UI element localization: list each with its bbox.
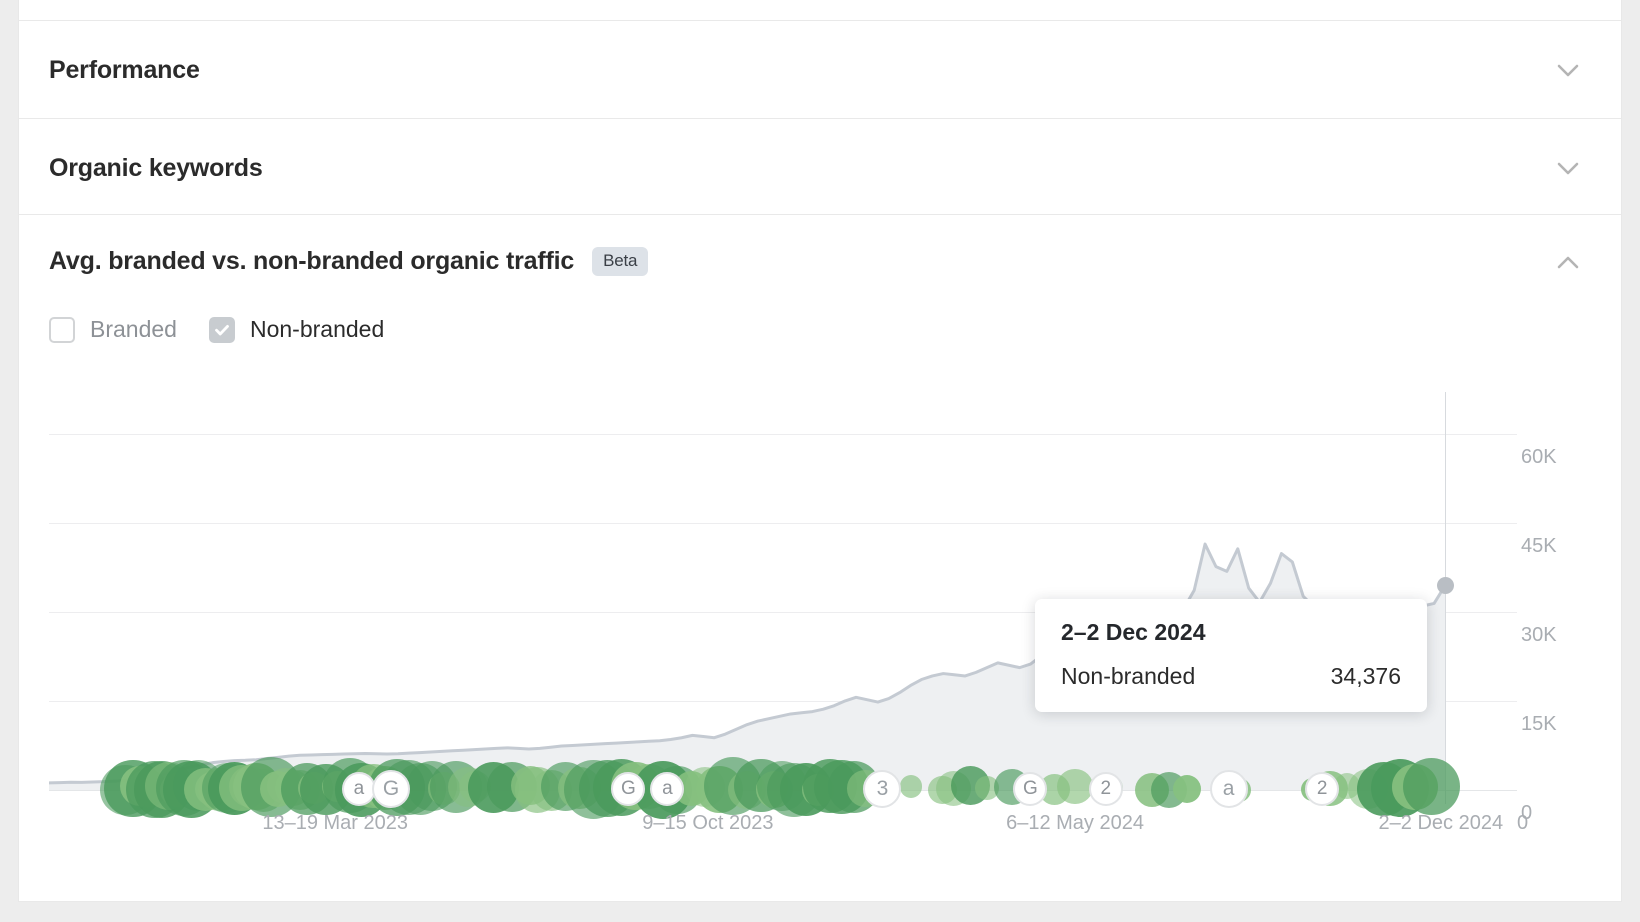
algorithm-update-bubble[interactable] [900,775,922,797]
area-series-non-branded [49,392,1445,790]
tooltip-row: Non-branded 34,376 [1061,663,1401,690]
algorithm-update-badge[interactable]: G [372,770,410,808]
section-title-text: Avg. branded vs. non-branded organic tra… [49,247,574,275]
y-axis-label: 45K [1521,535,1595,558]
x-axis-label: 9–15 Oct 2023 [642,812,773,835]
algorithm-update-bubble[interactable] [1173,775,1201,803]
chevron-down-icon[interactable] [1551,151,1585,185]
algorithm-update-badge[interactable]: a [1210,770,1248,808]
x-axis-label: 2–2 Dec 2024 [1379,812,1504,835]
x-axis-label: 6–12 May 2024 [1006,812,1144,835]
hover-point-marker [1437,577,1454,594]
algorithm-update-bubble[interactable] [1403,758,1460,815]
legend-label-non-branded: Non-branded [250,316,384,343]
chevron-up-icon[interactable] [1551,246,1585,280]
report-card: Performance Organic keywords Avg. brande… [18,0,1622,902]
section-title-organic-keywords: Organic keywords [49,154,263,183]
y-axis-label: 30K [1521,624,1595,647]
algorithm-update-badge[interactable]: 2 [1089,772,1123,806]
beta-badge: Beta [592,247,648,276]
section-title-performance: Performance [49,56,200,85]
section-title-branded-traffic: Avg. branded vs. non-branded organic tra… [49,247,648,279]
checkbox-branded[interactable] [49,317,75,343]
page-root: Performance Organic keywords Avg. brande… [0,0,1640,922]
divider-bottom [19,901,1621,902]
x-axis-label: 13–19 Mar 2023 [262,812,408,835]
tooltip-date: 2–2 Dec 2024 [1061,619,1401,646]
chevron-down-icon[interactable] [1551,53,1585,87]
y-axis-label: 15K [1521,713,1595,736]
algorithm-update-badge[interactable]: 3 [863,770,901,808]
section-header-performance[interactable]: Performance [19,21,1621,119]
y-axis-label: 60K [1521,446,1595,469]
legend-item-branded[interactable]: Branded [49,316,177,343]
legend-label-branded: Branded [90,316,177,343]
section-header-organic-keywords[interactable]: Organic keywords [19,119,1621,217]
section-header-branded-traffic[interactable]: Avg. branded vs. non-branded organic tra… [19,214,1621,312]
checkbox-non-branded[interactable] [209,317,235,343]
y-axis-label: 0 [1521,802,1595,825]
algorithm-update-badge[interactable]: a [342,772,376,806]
tooltip-value: 34,376 [1331,663,1401,690]
y-axis-zero-label: 0 [1517,812,1528,835]
chart-tooltip: 2–2 Dec 2024 Non-branded 34,376 [1035,599,1427,712]
tooltip-series-name: Non-branded [1061,663,1195,690]
legend-item-non-branded[interactable]: Non-branded [209,316,384,343]
hover-crosshair [1445,392,1446,804]
chart-plot-area[interactable]: 60K 45K 30K 15K 0 aGGa3G2a2 13–19 Mar 20… [49,392,1517,816]
algorithm-update-badge[interactable]: 2 [1305,772,1339,806]
algorithm-update-bubble[interactable] [1057,769,1092,804]
section-branded-traffic: Avg. branded vs. non-branded organic tra… [19,214,1621,882]
series-legend: Branded Non-branded [49,316,416,343]
algorithm-update-badge[interactable]: G [1013,772,1047,806]
